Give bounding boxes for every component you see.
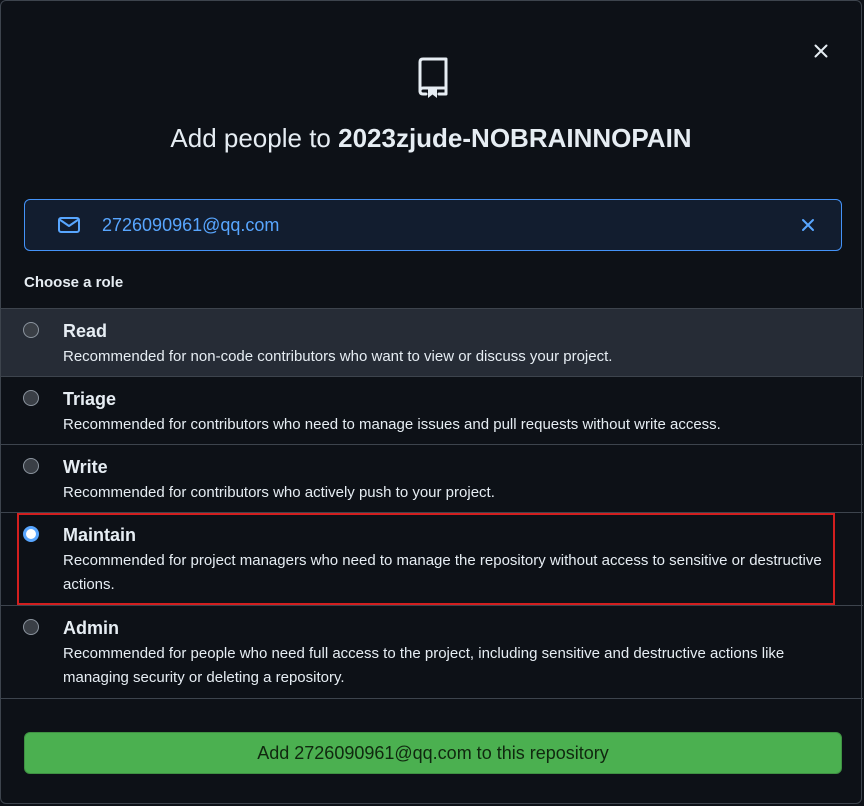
role-option-admin[interactable]: Admin Recommended for people who need fu…: [1, 606, 863, 699]
role-list: Read Recommended for non-code contributo…: [1, 308, 863, 699]
clear-icon: [802, 219, 814, 231]
dialog-title: Add people to 2023zjude-NOBRAINNOPAIN: [1, 119, 861, 157]
invitee-email-field[interactable]: 2726090961@qq.com: [24, 199, 842, 251]
role-description: Recommended for non-code contributors wh…: [63, 348, 613, 365]
title-prefix: Add people to: [170, 123, 339, 153]
radio-read[interactable]: [23, 322, 39, 338]
radio-triage[interactable]: [23, 390, 39, 406]
role-description: Recommended for project managers who nee…: [63, 552, 822, 593]
radio-maintain[interactable]: [23, 526, 39, 542]
role-heading: Choose a role: [24, 274, 124, 291]
role-option-triage[interactable]: Triage Recommended for contributors who …: [1, 377, 863, 445]
role-name: Write: [63, 457, 108, 477]
role-option-write[interactable]: Write Recommended for contributors who a…: [1, 445, 863, 513]
repo-icon: [418, 57, 448, 98]
role-name: Read: [63, 321, 108, 341]
role-name: Admin: [63, 618, 119, 638]
add-collaborator-button[interactable]: Add 2726090961@qq.com to this repository: [24, 732, 842, 774]
add-people-dialog: Add people to 2023zjude-NOBRAINNOPAIN 27…: [0, 0, 863, 804]
close-button[interactable]: [807, 37, 835, 65]
mail-icon: [58, 217, 80, 233]
close-icon: [814, 44, 828, 58]
repository-name: 2023zjude-NOBRAINNOPAIN: [338, 123, 692, 153]
role-name: Triage: [63, 389, 117, 409]
role-option-maintain[interactable]: Maintain Recommended for project manager…: [1, 513, 863, 606]
role-description: Recommended for contributors who need to…: [63, 416, 721, 433]
clear-button[interactable]: [799, 216, 817, 234]
role-name: Maintain: [63, 525, 137, 545]
radio-admin[interactable]: [23, 619, 39, 635]
invitee-email: 2726090961@qq.com: [102, 215, 280, 235]
role-option-read[interactable]: Read Recommended for non-code contributo…: [1, 309, 863, 377]
role-description: Recommended for contributors who activel…: [63, 484, 495, 501]
radio-write[interactable]: [23, 458, 39, 474]
role-description: Recommended for people who need full acc…: [63, 645, 785, 686]
